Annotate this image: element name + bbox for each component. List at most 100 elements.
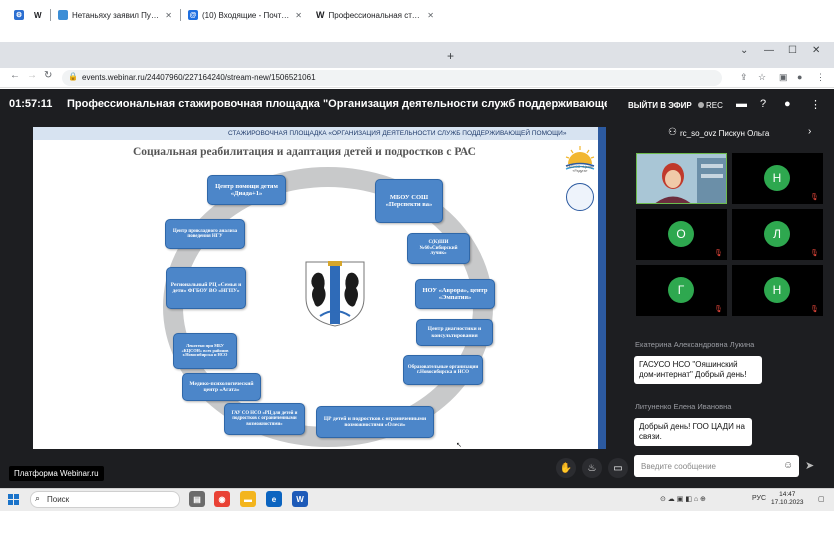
rec-indicator[interactable]: REC xyxy=(698,101,723,110)
maximize-button[interactable]: ☐ xyxy=(788,45,797,56)
slide-side-bar xyxy=(598,127,606,449)
tab-label: W xyxy=(34,10,42,20)
taskbar-clock[interactable]: 14:47 17.10.2023 xyxy=(771,491,804,508)
edge-icon[interactable]: e xyxy=(266,491,282,507)
explorer-icon[interactable]: ▬ xyxy=(240,491,256,507)
participant-tile[interactable]: Н 🎙 xyxy=(732,153,823,204)
fire-icon: ♨ xyxy=(587,462,597,474)
screen-icon: ▭ xyxy=(613,462,623,474)
host-name: rc_so_ovz Пискун Ольга xyxy=(680,129,770,138)
tab-active-webinar[interactable]: W Профессиональная стажир... ✕ xyxy=(310,4,440,26)
org-box-semya-i-deti: Региональный РЦ «Семья и дети» ФГБОУ ВО … xyxy=(166,267,246,309)
webinar-favicon-icon: ⚙ xyxy=(14,10,24,20)
send-icon[interactable]: ➤ xyxy=(805,459,814,472)
collapse-icon[interactable]: › xyxy=(808,126,811,137)
windows-start-icon[interactable] xyxy=(8,494,19,505)
participant-tile[interactable]: Н 🎙 xyxy=(732,265,823,316)
browser-tabstrip xyxy=(0,42,834,68)
org-box-obrazovatelnye: Образовательные организации г.Новосибирс… xyxy=(403,355,483,385)
close-icon[interactable]: ✕ xyxy=(291,11,302,20)
profile-icon[interactable]: ● xyxy=(797,72,802,82)
participant-tile[interactable]: Л 🎙 xyxy=(732,209,823,260)
tab-label: Нетаньяху заявил Путину о на... xyxy=(72,10,161,20)
url-text: events.webinar.ru/24407960/227164240/str… xyxy=(82,73,316,82)
more-icon[interactable]: ⋮ xyxy=(810,98,821,111)
hand-icon: ✋ xyxy=(559,462,573,474)
mic-off-icon: 🎙 xyxy=(714,250,723,257)
back-icon[interactable]: ← xyxy=(10,70,20,81)
notifications-icon[interactable]: ▢ xyxy=(818,495,825,503)
chat-icon[interactable]: ▬ xyxy=(736,98,747,110)
chat-message: Добрый день! ГОО ЦАДИ на связи. xyxy=(634,418,752,446)
new-tab-button[interactable]: + xyxy=(447,49,454,63)
lock-icon[interactable]: 🔒 xyxy=(68,72,78,81)
reload-icon[interactable]: ↻ xyxy=(44,70,52,81)
raise-hand-button[interactable]: ✋ xyxy=(556,458,576,478)
org-box-diada: Центр помощи детям «Диада+1» xyxy=(207,175,286,205)
participant-tile[interactable]: О 🎙 xyxy=(636,209,727,260)
help-icon[interactable]: ? xyxy=(760,98,766,110)
rec-label: REC xyxy=(706,101,723,110)
org-box-agata: Медико-психологический центр «Агата» xyxy=(182,373,261,401)
org-box-avrora: НОУ «Аврора», центр «Эмпатия» xyxy=(415,279,495,309)
chat-author: Литуненко Елена Ивановна xyxy=(635,402,732,411)
page-title: Профессиональная стажировочная площадка … xyxy=(67,98,607,110)
reaction-button[interactable]: ♨ xyxy=(582,458,602,478)
chat-message: ГАСУСО НСО "Ояшинский дом-интернат" Добр… xyxy=(634,356,762,384)
org-box-olesya: ЦР детей и подростков с ограниченными во… xyxy=(316,406,434,438)
screen-button[interactable]: ▭ xyxy=(608,458,628,478)
letterbox-bottom xyxy=(0,511,834,555)
webinar-favicon-icon: W xyxy=(316,10,325,20)
slide-header-text: СТАЖИРОВОЧНАЯ ПЛОЩАДКА «ОРГАНИЗАЦИЯ ДЕЯТ… xyxy=(228,130,567,137)
minimize-button[interactable]: — xyxy=(764,45,774,56)
session-timer: 01:57:11 xyxy=(9,98,53,110)
mouse-cursor-icon: ↖ xyxy=(456,442,462,449)
user-icon[interactable]: ● xyxy=(784,98,791,110)
tray-icons[interactable]: ⊙ ☁ ▣ ◧ ⌂ ⊕ xyxy=(660,495,706,503)
tab-label: Профессиональная стажир... xyxy=(328,10,424,20)
org-box-perspektiva: МБОУ СОШ «Перспекти ва» xyxy=(375,179,443,223)
org-box-ngu: Центр прикладного анализа поведения НГУ xyxy=(165,219,245,249)
avatar: О xyxy=(668,221,694,247)
mic-off-icon: 🎙 xyxy=(810,194,819,201)
slide-title: Социальная реабилитация и адаптация дете… xyxy=(133,146,476,158)
participant-video-tile[interactable] xyxy=(636,153,727,204)
clock-date: 17.10.2023 xyxy=(771,499,804,507)
tab-pinned[interactable]: ⚙ xyxy=(8,4,26,26)
taskview-icon[interactable]: ▤ xyxy=(189,491,205,507)
chrome-icon[interactable]: ◉ xyxy=(214,491,230,507)
emoji-icon[interactable]: ☺ xyxy=(783,460,793,471)
avatar: Н xyxy=(764,277,790,303)
avatar: Н xyxy=(764,165,790,191)
mic-off-icon: 🎙 xyxy=(810,250,819,257)
chevron-down-icon[interactable]: ⌄ xyxy=(740,45,748,56)
message-placeholder: Введите сообщение xyxy=(641,462,716,471)
star-icon[interactable]: ☆ xyxy=(758,72,766,83)
tab-news[interactable]: Нетаньяху заявил Путину о на... ✕ xyxy=(52,4,178,26)
mic-off-icon: 🎙 xyxy=(714,306,723,313)
tab-label: (10) Входящие - Почта Mail.ru xyxy=(202,10,291,20)
tab-mail[interactable]: @ (10) Входящие - Почта Mail.ru ✕ xyxy=(182,4,308,26)
host-icon: ⚇ xyxy=(668,127,677,138)
close-window-button[interactable]: ✕ xyxy=(812,45,820,56)
go-live-button[interactable]: ВЫЙТИ В ЭФИР xyxy=(628,101,692,110)
avatar: Л xyxy=(764,221,790,247)
org-box-lekoteki: Лекотеки при МБУ «КЦСОН» всех районов г.… xyxy=(173,333,237,369)
search-label: Поиск xyxy=(47,495,70,504)
mic-off-icon: 🎙 xyxy=(810,306,819,313)
sidepanel-icon[interactable]: ▣ xyxy=(779,72,788,83)
word-icon[interactable]: W xyxy=(292,491,308,507)
language-indicator[interactable]: РУС xyxy=(752,495,766,502)
coat-of-arms-icon xyxy=(305,261,365,327)
menu-icon[interactable]: ⋮ xyxy=(816,72,825,83)
screen: ⚙ W Нетаньяху заявил Путину о на... ✕ @ … xyxy=(0,0,834,555)
close-icon[interactable]: ✕ xyxy=(161,11,172,20)
logo-caption: ГАСУСО «Центр «Радуга» xyxy=(566,165,594,173)
share-icon[interactable]: ⇪ xyxy=(740,72,748,83)
forward-icon[interactable]: → xyxy=(27,70,37,81)
org-box-gau-rc: ГАУ СО НСО «РЦ для детей и подростков с … xyxy=(224,403,305,435)
close-icon[interactable]: ✕ xyxy=(423,11,434,20)
tab-webinar[interactable]: W xyxy=(28,4,50,26)
participant-tile[interactable]: Г 🎙 xyxy=(636,265,727,316)
org-box-skshi60: С(К)ШИ №60«Сибирский лучик» xyxy=(407,233,470,264)
